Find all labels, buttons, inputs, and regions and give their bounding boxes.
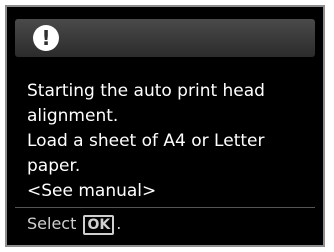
message-line: Load a sheet of A4 or Letter <box>27 131 265 151</box>
see-manual-text: <See manual> <box>27 181 157 201</box>
message-line: paper. <box>27 156 81 176</box>
printer-lcd-screen: ! Starting the auto print head alignment… <box>5 5 325 247</box>
message-line: Starting the auto print head <box>27 81 265 101</box>
ok-button[interactable]: OK <box>83 215 115 235</box>
footer-instruction: Select OK. <box>27 213 121 235</box>
dialog-title-bar: ! <box>15 19 315 57</box>
exclamation-alert-icon: ! <box>33 25 59 51</box>
footer-period: . <box>116 214 122 233</box>
footer-select-label: Select <box>27 214 77 233</box>
message-line: alignment. <box>27 106 119 126</box>
dialog-message: Starting the auto print head alignment. … <box>27 79 317 204</box>
footer-instruction-bar: Select OK. <box>15 207 315 240</box>
